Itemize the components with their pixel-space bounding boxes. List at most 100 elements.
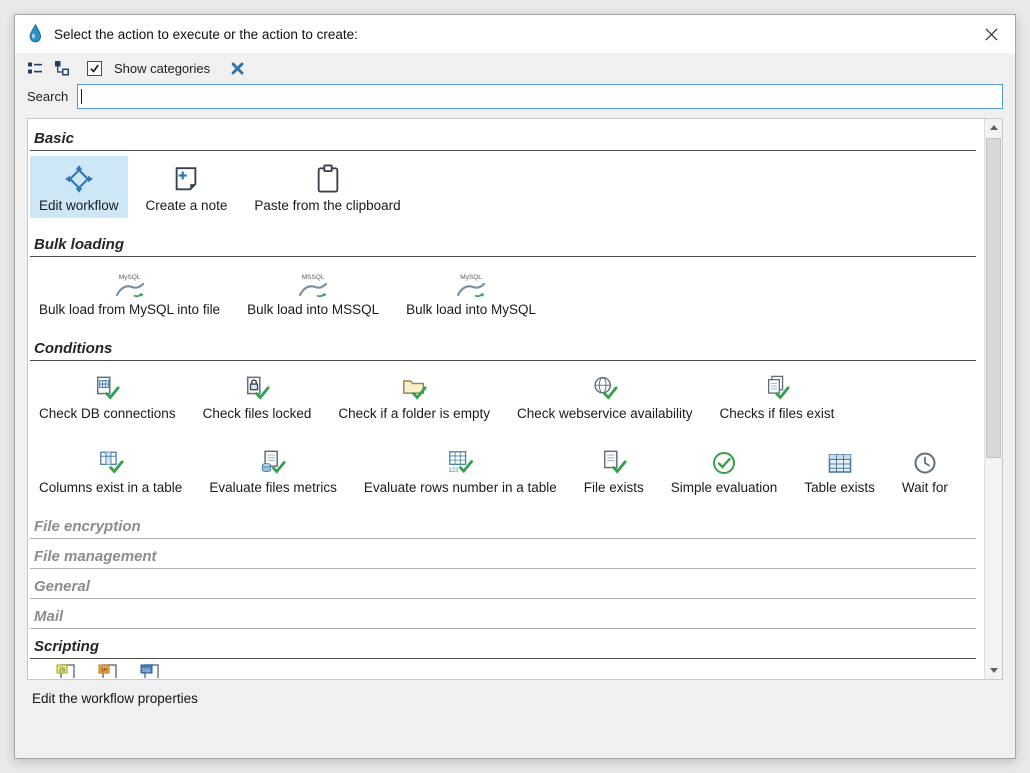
search-label: Search xyxy=(27,89,68,104)
javascript-file-icon: JS xyxy=(56,664,76,678)
action-item-simple-evaluation[interactable]: Simple evaluation xyxy=(662,440,787,500)
action-label: Check webservice availability xyxy=(517,406,693,421)
clear-x-icon xyxy=(230,61,245,76)
show-categories-checkbox[interactable] xyxy=(87,61,102,76)
action-item-table-exists[interactable]: Table exists xyxy=(795,440,884,500)
action-label: Check files locked xyxy=(203,406,312,421)
action-item-edit-workflow[interactable]: Edit workflow xyxy=(30,156,128,218)
action-item-bulk-into-mssql[interactable]: MSSQL Bulk load into MSSQL xyxy=(238,262,388,322)
category-header: Bulk loading xyxy=(34,236,976,253)
action-item-wait-for[interactable]: Wait for xyxy=(893,440,957,500)
action-label: Wait for xyxy=(902,480,948,495)
table-exists-icon xyxy=(827,452,853,476)
simple-evaluation-icon xyxy=(711,450,737,476)
clear-search-button[interactable] xyxy=(227,58,247,78)
category-header: Basic xyxy=(34,130,976,147)
action-item-file-exists[interactable]: File exists xyxy=(575,440,653,500)
scrollbar-track[interactable] xyxy=(985,136,1002,662)
dialog-toolbar: Show categories xyxy=(15,53,1015,83)
action-label: Edit workflow xyxy=(39,198,119,213)
file-exists-icon xyxy=(601,448,627,476)
action-label: File exists xyxy=(584,480,644,495)
sql-file-icon: SQL xyxy=(140,664,160,678)
category-mail: Mail xyxy=(30,608,976,629)
close-button[interactable] xyxy=(980,23,1003,46)
list-view-button[interactable] xyxy=(25,58,45,78)
action-label: Check if a folder is empty xyxy=(338,406,490,421)
action-item-columns-exist[interactable]: Columns exist in a table xyxy=(30,440,191,500)
folder-empty-check-icon xyxy=(401,374,427,402)
category-items-row: Columns exist in a table xyxy=(30,435,976,509)
category-divider xyxy=(30,658,976,659)
category-general: General xyxy=(30,578,976,599)
action-label: Bulk load from MySQL into file xyxy=(39,302,220,317)
category-basic: Basic Edit workflo xyxy=(30,130,976,227)
category-header: Mail xyxy=(34,608,976,625)
create-note-icon xyxy=(171,164,201,194)
action-item-paste-clipboard[interactable]: Paste from the clipboard xyxy=(245,156,409,218)
category-items-row: MySQL Bulk load from MySQL into file MSS… xyxy=(30,257,976,331)
action-item-checks-files-exist[interactable]: Checks if files exist xyxy=(711,366,844,426)
svg-text:SH: SH xyxy=(101,668,108,674)
action-label: Bulk load into MSSQL xyxy=(247,302,379,317)
scroll-down-button[interactable] xyxy=(985,662,1002,679)
action-select-dialog: Select the action to execute or the acti… xyxy=(14,14,1016,759)
files-exist-check-icon xyxy=(764,374,790,402)
tree-view-button[interactable] xyxy=(52,58,72,78)
action-label: Checks if files exist xyxy=(720,406,835,421)
tree-view-icon xyxy=(54,60,70,76)
category-conditions: Conditions Check DB connections xyxy=(30,340,976,509)
mysql-bulk-icon xyxy=(115,282,145,298)
action-item-evaluate-rows-number[interactable]: 123 Evaluate rows number in a table xyxy=(355,440,566,500)
action-label: Create a note xyxy=(146,198,228,213)
action-label: Evaluate rows number in a table xyxy=(364,480,557,495)
action-label: Columns exist in a table xyxy=(39,480,182,495)
arrow-down-icon xyxy=(990,668,998,673)
mssql-bulk-icon xyxy=(298,282,328,298)
category-file-management: File management xyxy=(30,548,976,569)
scroll-up-button[interactable] xyxy=(985,119,1002,136)
search-input[interactable] xyxy=(77,84,1003,109)
db-connections-check-icon xyxy=(94,374,120,402)
category-scripting: Scripting JS SH xyxy=(30,638,976,678)
columns-exist-icon xyxy=(98,448,124,476)
kettle-droplet-icon xyxy=(27,23,44,45)
db-badge: MySQL xyxy=(119,275,141,282)
dialog-titlebar: Select the action to execute or the acti… xyxy=(15,15,1015,53)
scrollbar-thumb[interactable] xyxy=(986,138,1001,458)
action-item-check-folder-empty[interactable]: Check if a folder is empty xyxy=(329,366,499,426)
category-divider xyxy=(30,628,976,629)
action-item-create-note[interactable]: Create a note xyxy=(137,156,237,218)
action-item-bulk-mysql-to-file[interactable]: MySQL Bulk load from MySQL into file xyxy=(30,262,229,322)
category-header: File encryption xyxy=(34,518,976,535)
action-list-content: Basic Edit workflo xyxy=(28,119,984,679)
category-file-encryption: File encryption xyxy=(30,518,976,539)
show-categories-label[interactable]: Show categories xyxy=(114,61,210,76)
category-items-row: Check DB connections Check files locked xyxy=(30,361,976,435)
action-list: Basic Edit workflo xyxy=(27,118,1003,680)
wait-for-icon xyxy=(912,450,938,476)
checkbox-check-icon xyxy=(89,63,100,74)
rows-number-icon: 123 xyxy=(447,448,473,476)
action-label: Bulk load into MySQL xyxy=(406,302,536,317)
action-item-check-webservice[interactable]: Check webservice availability xyxy=(508,366,702,426)
db-badge: MSSQL xyxy=(302,275,325,282)
action-item-check-files-locked[interactable]: Check files locked xyxy=(194,366,321,426)
files-metrics-icon xyxy=(260,448,286,476)
action-label: Evaluate files metrics xyxy=(209,480,337,495)
category-header: General xyxy=(34,578,976,595)
action-item-bulk-into-mysql[interactable]: MySQL Bulk load into MySQL xyxy=(397,262,545,322)
category-header: Scripting xyxy=(34,638,976,655)
edit-workflow-icon xyxy=(64,164,94,194)
action-item-check-db-connections[interactable]: Check DB connections xyxy=(30,366,185,426)
action-label: Check DB connections xyxy=(39,406,176,421)
svg-text:SQL: SQL xyxy=(142,668,152,673)
category-items-row-clipped: JS SH SQL xyxy=(30,664,976,678)
vertical-scrollbar[interactable] xyxy=(984,119,1002,679)
action-item-evaluate-files-metrics[interactable]: Evaluate files metrics xyxy=(200,440,346,500)
action-label: Simple evaluation xyxy=(671,480,778,495)
close-icon xyxy=(985,28,998,41)
shell-file-icon: SH xyxy=(98,664,118,678)
category-divider xyxy=(30,568,976,569)
category-bulk-loading: Bulk loading MySQL Bulk load from MySQ xyxy=(30,236,976,331)
